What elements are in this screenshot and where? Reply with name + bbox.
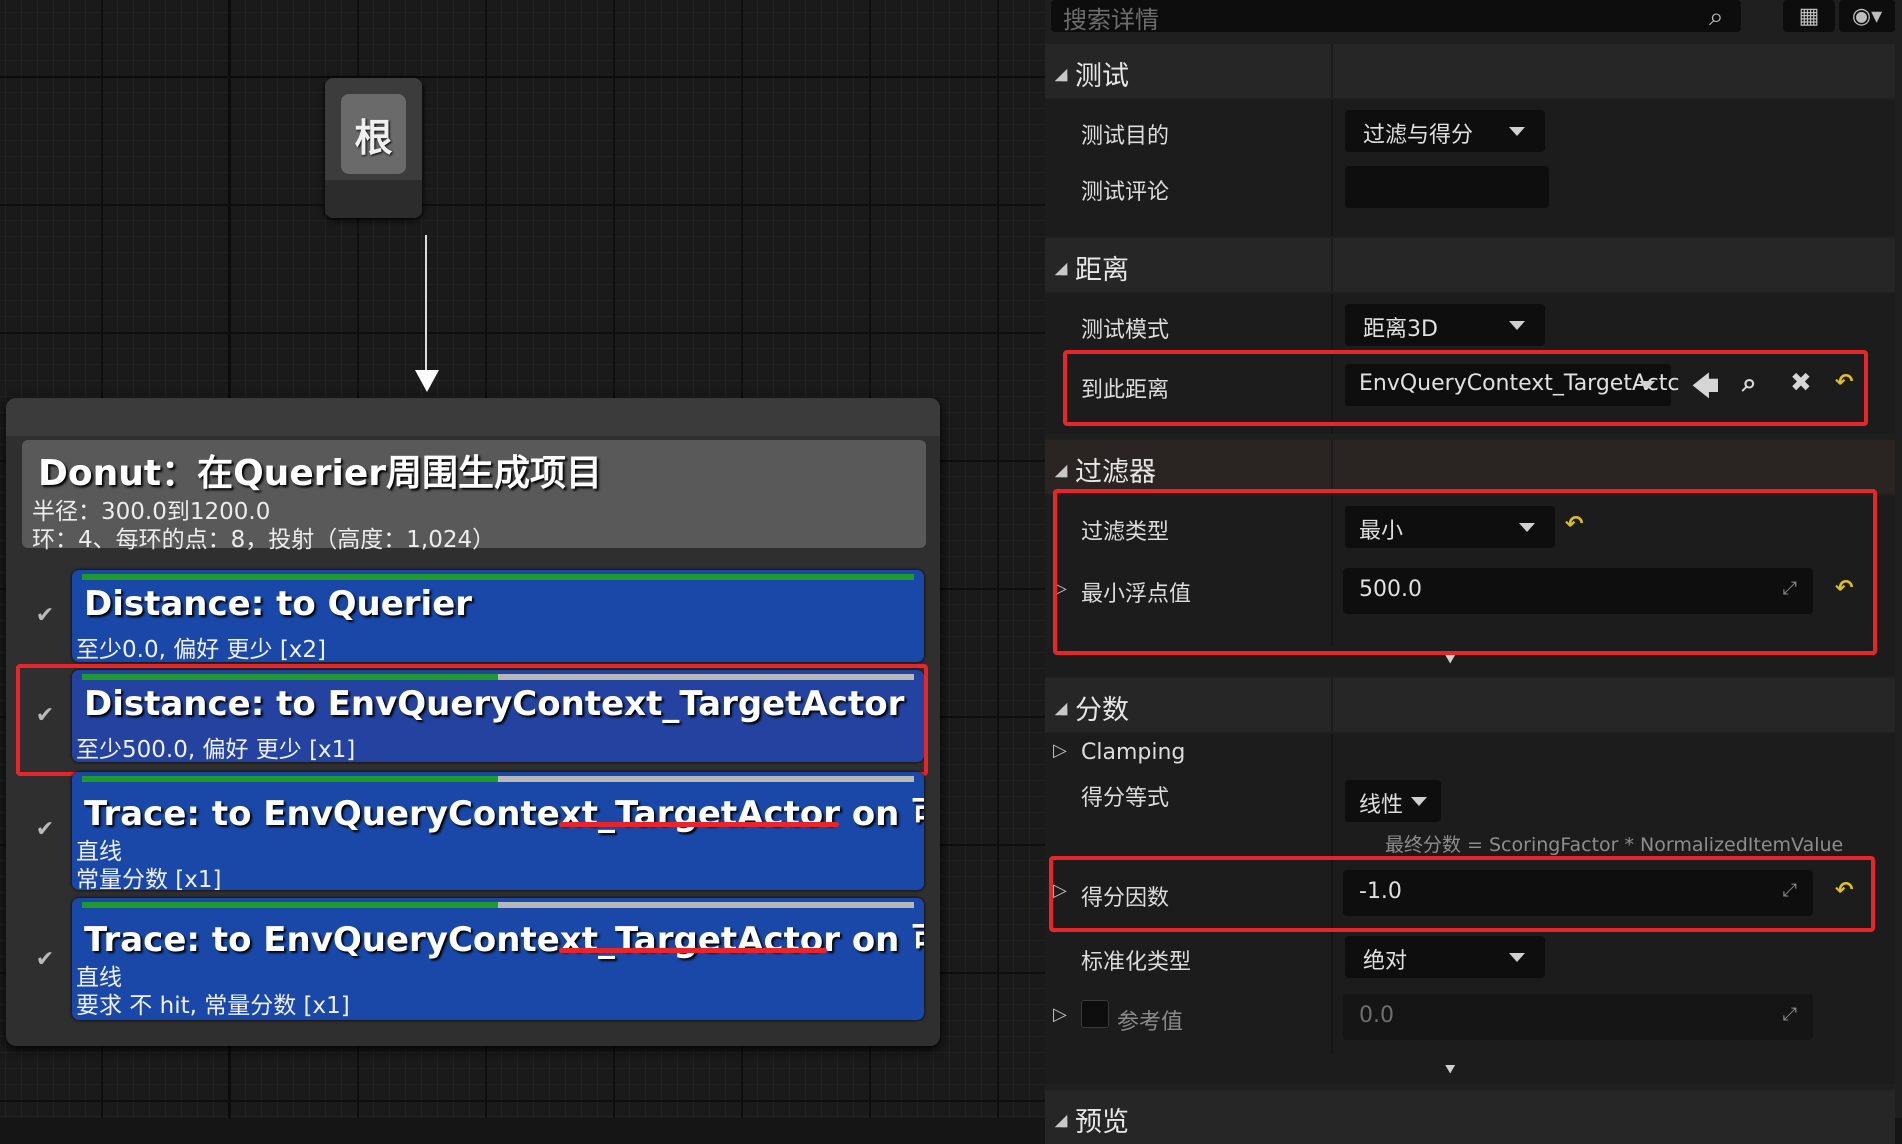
test-title: Trace: to EnvQueryContext_TargetActor on… [84,794,924,834]
category-label: 预览 [1075,1107,1129,1138]
collapse-arrow-icon[interactable] [1054,68,1068,82]
test-card-trace-1[interactable]: Trace: to EnvQueryContext_TargetActor on… [72,772,924,890]
graph-canvas[interactable]: 根 Donut：在Querier周围生成项目 半径：300.0到1200.0 环… [0,0,1045,1118]
category-score[interactable]: 分数 [1045,678,1895,732]
category-label: 距离 [1075,255,1129,286]
root-node[interactable]: 根 [325,78,422,218]
root-output-pin[interactable] [325,180,422,218]
highlight-box [1063,350,1868,426]
scoring-formula: 最终分数 = ScoringFactor * NormalizedItemVal… [1385,834,1844,856]
underline-mark [559,948,827,953]
generator-node[interactable]: Donut：在Querier周围生成项目 半径：300.0到1200.0 环：4… [6,398,940,1046]
test-comment-input[interactable] [1345,166,1549,208]
grid-line [0,76,1045,78]
dropdown-value: 过滤与得分 [1363,123,1474,148]
test-card-distance-querier[interactable]: Distance: to Querier 至少0.0, 偏好 更少 [x2] [72,570,924,662]
category-preview[interactable]: 预览 [1045,1090,1895,1144]
collapse-arrow-icon[interactable] [1054,1114,1068,1128]
collapse-arrow-icon[interactable] [1054,262,1068,276]
eye-view-options-icon[interactable]: ◉▾ [1839,0,1895,32]
property-matrix-icon[interactable]: ▦ [1783,0,1835,32]
highlight-box [16,664,928,776]
category-label: 测试 [1075,61,1129,92]
generator-rings: 环：4、每环的点：8，投射（高度：1,024） [32,527,496,553]
expand-icon[interactable]: ⤢ [1783,1004,1797,1025]
test-detail: 至少0.0, 偏好 更少 [x2] [76,637,327,662]
test-title: Trace: to EnvQueryContext_TargetActor on… [84,920,924,960]
category-label: 过滤器 [1075,457,1156,488]
expand-arrow-icon[interactable]: ▷ [1053,740,1067,761]
test-mode-dropdown[interactable]: 距离3D [1345,304,1545,346]
test-detail: 要求 不 hit, 常量分数 [x1] [76,993,350,1019]
prop-label: 标准化类型 [1081,950,1192,975]
arrow-down-icon [415,370,439,392]
category-label: 分数 [1075,695,1129,726]
chevron-down-icon [1509,127,1525,136]
column-divider [1331,440,1333,494]
expand-arrow-icon[interactable]: ▷ [1053,1004,1067,1025]
test-title: Distance: to Querier [84,584,473,624]
score-bar [82,574,914,580]
chevron-down-icon [1509,321,1525,330]
test-purpose-dropdown[interactable]: 过滤与得分 [1345,110,1545,152]
column-divider[interactable] [1331,100,1333,236]
dropdown-value: 绝对 [1363,949,1408,974]
underline-mark [559,822,839,827]
search-input[interactable]: 搜索详情 [1063,0,1159,35]
input-value: 0.0 [1359,1003,1394,1028]
category-test[interactable]: 测试 [1045,44,1895,98]
category-filter[interactable]: 过滤器 [1045,440,1895,494]
generator-card[interactable]: Donut：在Querier周围生成项目 半径：300.0到1200.0 环：4… [22,440,926,553]
prop-label: 测试目的 [1081,124,1170,149]
scoring-equation-dropdown[interactable]: 线性 [1345,780,1441,822]
search-box[interactable]: 搜索详情 ⌕ [1051,0,1741,35]
chevron-down-icon [1509,953,1525,962]
test-row[interactable]: ✔ Distance: to Querier 至少0.0, 偏好 更少 [x2] [22,570,926,666]
test-card-trace-2[interactable]: Trace: to EnvQueryContext_TargetActor on… [72,898,924,1020]
checkmark-icon[interactable]: ✔ [26,814,64,844]
chevron-down-icon [1411,797,1427,806]
dropdown-value: 距离3D [1363,317,1438,342]
collapse-arrow-icon[interactable] [1054,464,1068,478]
prop-label: 参考值 [1117,1010,1184,1035]
advanced-dropdown-icon[interactable]: ⯆ [1443,1060,1465,1081]
category-distance[interactable]: 距离 [1045,238,1895,292]
highlight-box [1053,489,1877,655]
score-bar [82,776,498,782]
test-props: 测试目的 过滤与得分 测试评论 [1045,100,1895,236]
column-divider [1331,238,1333,292]
root-label: 根 [341,94,406,174]
checkmark-icon[interactable]: ✔ [26,600,64,630]
checkmark-icon[interactable]: ✔ [26,944,64,974]
column-divider [1331,44,1333,98]
test-detail: 常量分数 [x1] [76,867,222,890]
connection-wire [425,235,427,375]
prop-label: Clamping [1081,740,1186,765]
test-row[interactable]: ✔ Trace: to EnvQueryContext_TargetActor … [22,898,926,1022]
reference-value-checkbox[interactable] [1081,1000,1109,1028]
highlight-box [1049,856,1875,932]
reference-value-input[interactable]: 0.0 ⤢ [1343,994,1813,1040]
prop-label: 得分等式 [1081,786,1170,811]
details-panel: 搜索详情 ⌕ ▦ ◉▾ 测试 测试目的 过滤与得分 测试评论 距离 测试模式 距… [1045,0,1902,1144]
prop-label: 测试模式 [1081,318,1170,343]
column-divider [1331,678,1333,732]
search-icon[interactable]: ⌕ [1709,2,1724,33]
score-bar [82,902,498,908]
normalization-type-dropdown[interactable]: 绝对 [1345,936,1545,978]
dropdown-value: 线性 [1359,793,1404,818]
prop-label: 测试评论 [1081,180,1170,205]
generator-title: Donut：在Querier周围生成项目 [38,453,602,494]
test-row[interactable]: ✔ Trace: to EnvQueryContext_TargetActor … [22,772,926,892]
generator-input-pin[interactable] [6,398,940,436]
collapse-arrow-icon[interactable] [1054,702,1068,716]
